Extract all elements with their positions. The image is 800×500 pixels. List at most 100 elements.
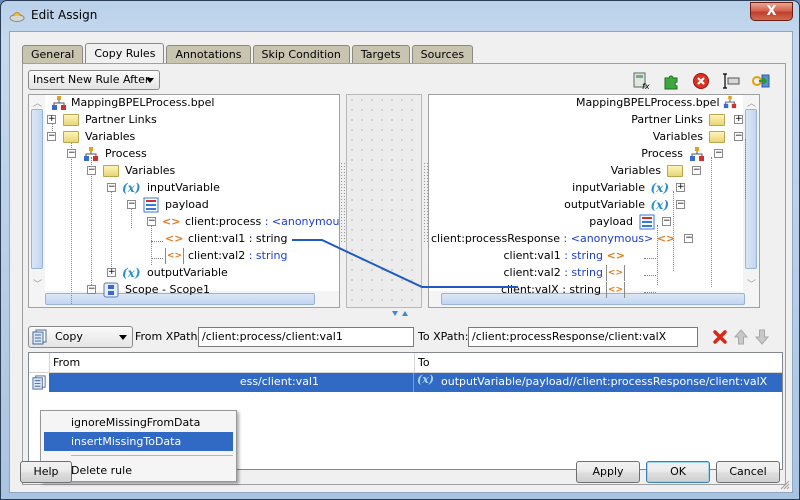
message-part-icon bbox=[143, 197, 159, 213]
tree-node[interactable]: MappingBPELProcess.bpel bbox=[576, 95, 737, 111]
tree-node[interactable]: − Scope - Scope1 bbox=[87, 282, 210, 298]
collapse-icon[interactable]: − bbox=[87, 166, 96, 175]
chevron-down-icon bbox=[146, 78, 154, 83]
collapse-icon[interactable]: − bbox=[714, 149, 723, 158]
collapse-icon[interactable]: − bbox=[127, 200, 136, 209]
window-close-button[interactable]: X bbox=[750, 2, 793, 21]
scroll-down-icon[interactable]: ﹀ bbox=[33, 277, 42, 290]
chevron-down-icon bbox=[119, 335, 127, 340]
scrollbar-thumb[interactable] bbox=[31, 109, 43, 269]
splitter-grip[interactable] bbox=[340, 162, 346, 242]
mapper-collapse-toggle[interactable] bbox=[390, 310, 414, 318]
tree-node[interactable]: + Partner Links bbox=[47, 112, 157, 128]
tree-node[interactable]: inputVariable (x) + bbox=[572, 180, 685, 196]
tree-node[interactable]: − Variables bbox=[87, 163, 175, 179]
expression-builder-icon[interactable]: fx bbox=[632, 72, 650, 90]
folder-open-icon bbox=[63, 131, 79, 143]
copy-operation-dropdown[interactable]: Copy bbox=[28, 326, 133, 348]
variable-icon: (x) bbox=[650, 198, 669, 212]
tree-node[interactable]: − payload bbox=[127, 197, 209, 213]
tree-node[interactable]: − Process bbox=[67, 146, 147, 162]
window-title: Edit Assign bbox=[31, 8, 98, 22]
collapse-icon[interactable]: − bbox=[67, 149, 76, 158]
tree-node[interactable]: client:processResponse : <anonymous> <> … bbox=[431, 231, 694, 247]
menu-item-ignore-missing-from-data[interactable]: ignoreMissingFromData bbox=[44, 413, 233, 432]
tree-node[interactable]: client:val2 : string <> bbox=[503, 265, 625, 281]
delete-rule-icon[interactable] bbox=[692, 72, 710, 90]
tab-copy-rules[interactable]: Copy Rules bbox=[85, 43, 165, 64]
variable-icon: (x) bbox=[650, 181, 669, 195]
menu-item-insert-missing-to-data[interactable]: insertMissingToData bbox=[44, 432, 233, 451]
collapse-icon[interactable]: − bbox=[47, 132, 56, 141]
insert-mode-dropdown[interactable]: Insert New Rule After bbox=[28, 70, 160, 90]
apply-button[interactable]: Apply bbox=[576, 461, 640, 483]
collapse-icon[interactable]: − bbox=[684, 234, 694, 243]
move-up-icon[interactable] bbox=[734, 329, 748, 345]
variable-icon: (x) bbox=[122, 266, 141, 280]
tree-node[interactable]: payload − bbox=[589, 214, 671, 230]
column-header-to[interactable]: To bbox=[418, 356, 430, 369]
cancel-button[interactable]: Cancel bbox=[716, 461, 780, 483]
tree-node[interactable]: MappingBPELProcess.bpel bbox=[51, 95, 214, 111]
scroll-up-icon[interactable]: ︿ bbox=[747, 96, 756, 109]
collapse-icon[interactable]: − bbox=[692, 166, 701, 175]
expand-icon[interactable]: + bbox=[47, 115, 56, 124]
element-icon: <> bbox=[165, 232, 184, 245]
expand-icon[interactable]: + bbox=[676, 183, 685, 192]
menu-item-delete-rule[interactable]: Delete rule bbox=[44, 461, 233, 480]
ok-button[interactable]: OK bbox=[646, 461, 710, 483]
source-tree[interactable]: ︿ ﹀ MappingBPELProcess.bpel + Partner Li… bbox=[28, 94, 340, 308]
tab-annotations[interactable]: Annotations bbox=[166, 45, 251, 64]
folder-open-icon bbox=[667, 165, 683, 177]
collapse-icon[interactable]: − bbox=[676, 200, 685, 209]
process-icon bbox=[84, 147, 98, 161]
collapse-icon[interactable]: − bbox=[662, 217, 671, 226]
resize-grip-icon[interactable] bbox=[780, 480, 790, 490]
tree-node-selected[interactable]: <> client:val1 : string bbox=[165, 231, 290, 247]
move-down-icon[interactable] bbox=[755, 329, 769, 345]
tree-node[interactable]: client:val1 : string <> bbox=[503, 248, 625, 264]
literal-icon[interactable] bbox=[722, 72, 740, 90]
collapse-icon[interactable]: − bbox=[734, 132, 743, 141]
mapping-canvas[interactable] bbox=[346, 94, 422, 308]
expand-icon[interactable]: + bbox=[107, 268, 116, 277]
from-xpath-input[interactable]: /client:process/client:val1 bbox=[198, 327, 414, 347]
tree-node[interactable]: − (x) inputVariable bbox=[107, 180, 220, 196]
process-icon bbox=[723, 95, 737, 109]
xml-fragment-icon[interactable] bbox=[662, 72, 680, 90]
tab-targets[interactable]: Targets bbox=[351, 45, 410, 64]
collapse-icon[interactable]: − bbox=[147, 217, 156, 226]
tree-node-selected[interactable]: client:valX : string <> bbox=[499, 282, 625, 298]
tree-node[interactable]: <> client:val2 : string bbox=[165, 248, 288, 264]
table-row[interactable]: ess/client:val1 (x) outputVariable/paylo… bbox=[49, 373, 782, 392]
copy-icon bbox=[32, 329, 47, 345]
delete-rule-icon[interactable] bbox=[712, 329, 728, 345]
source-tree-vertical-scrollbar[interactable]: ︿ ﹀ bbox=[29, 95, 45, 307]
tree-node[interactable]: outputVariable (x) − bbox=[564, 197, 685, 213]
folder-icon bbox=[63, 114, 79, 126]
to-xpath-input[interactable]: /client:processResponse/client:valX bbox=[468, 327, 698, 347]
tab-general[interactable]: General bbox=[22, 45, 84, 64]
tree-node[interactable]: Partner Links + bbox=[631, 112, 743, 128]
tree-node[interactable]: + (x) outputVariable bbox=[107, 265, 228, 281]
bulk-copy-icon[interactable] bbox=[752, 72, 770, 90]
tree-node[interactable]: Variables − bbox=[611, 163, 701, 179]
scrollbar-thumb[interactable] bbox=[745, 109, 757, 269]
tree-node[interactable]: − <> client:process : <anonymous> bbox=[147, 214, 339, 230]
column-header-from[interactable]: From bbox=[53, 356, 80, 369]
tab-skip-condition[interactable]: Skip Condition bbox=[252, 45, 350, 64]
collapse-icon[interactable]: − bbox=[107, 183, 116, 192]
folder-icon bbox=[709, 114, 725, 126]
target-tree-vertical-scrollbar[interactable]: ︿ ﹀ bbox=[743, 95, 759, 307]
tab-sources[interactable]: Sources bbox=[411, 45, 474, 64]
help-button[interactable]: Help bbox=[20, 461, 72, 483]
tree-node[interactable]: − Variables bbox=[47, 129, 135, 145]
expand-icon[interactable]: + bbox=[734, 115, 743, 124]
tree-node[interactable]: Variables − bbox=[653, 129, 743, 145]
target-tree[interactable]: ︿ ﹀ MappingBPELProcess.bpel Partner Link… bbox=[428, 94, 760, 308]
scroll-up-icon[interactable]: ︿ bbox=[33, 96, 42, 109]
tree-node[interactable]: Process − bbox=[641, 146, 723, 162]
collapse-icon[interactable]: − bbox=[87, 285, 96, 294]
scroll-down-icon[interactable]: ﹀ bbox=[747, 277, 756, 290]
variable-icon: (x) bbox=[122, 181, 141, 195]
